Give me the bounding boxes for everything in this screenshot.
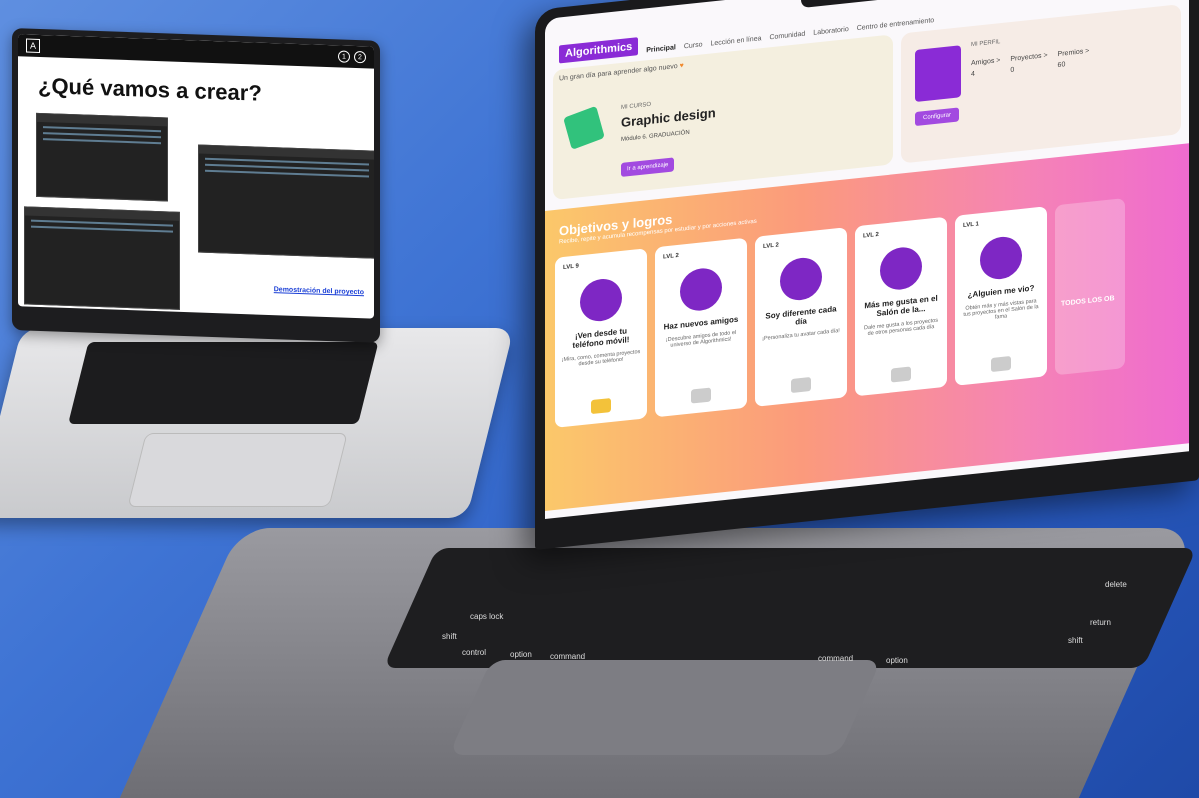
goals-section: Objetivos y logros Recibe, repite y acum… [545, 143, 1189, 511]
key-caps-lock: caps lock [470, 612, 504, 621]
goal-desc: Obtén más y más vistas para tus proyecto… [963, 298, 1039, 321]
profile-stats: Amigos >4 Proyectos >0 Premios >60 [971, 48, 1089, 78]
goal-desc: ¡Personaliza tu avatar cada día! [762, 327, 840, 343]
configure-button[interactable]: Configurar [915, 107, 960, 127]
key-return: return [1090, 618, 1111, 627]
calendar-icon [780, 255, 822, 303]
slide-title: ¿Qué vamos a crear? [38, 72, 262, 106]
key-command-right: command [818, 654, 854, 663]
nav-laboratorio[interactable]: Laboratorio [813, 26, 848, 37]
page-2[interactable]: 2 [354, 50, 366, 64]
level-badge: LVL 1 [963, 221, 979, 230]
code-screenshot [198, 144, 374, 259]
like-icon [880, 245, 922, 292]
key-control: control [462, 648, 487, 657]
page-1[interactable]: 1 [338, 50, 350, 63]
key-shift-right: shift [1068, 636, 1083, 645]
project-demo-link[interactable]: Demostración del proyecto [274, 286, 364, 296]
chest-icon[interactable] [891, 366, 911, 383]
laptop-lid: A 1 2 ¿Qué vamos a crear? Demostración d… [12, 28, 380, 343]
heart-icon: ♥ [679, 62, 684, 70]
stat-friends[interactable]: Amigos >4 [971, 57, 1000, 78]
code-screenshot [24, 206, 180, 310]
friend-icon [680, 266, 722, 313]
mascot-icon [563, 105, 605, 150]
level-badge: LVL 2 [763, 242, 779, 251]
level-badge: LVL 9 [563, 263, 579, 272]
phone-icon [580, 276, 622, 324]
chest-icon[interactable] [691, 387, 711, 404]
level-badge: LVL 2 [663, 252, 679, 261]
brand-logo[interactable]: Algorithmics [559, 37, 639, 64]
key-command: command [550, 652, 586, 661]
goal-desc: ¡Descubre amigos de todo el universo de … [665, 329, 737, 349]
goal-title: ¡Ven desde tu teléfono móvil! [572, 326, 630, 351]
chest-icon[interactable] [991, 355, 1011, 373]
app-laptop-lid: Algorithmics Principal Curso Lección en … [535, 0, 1199, 550]
code-screenshot [36, 112, 168, 202]
app-logo-icon: A [26, 38, 40, 53]
chest-icon[interactable] [591, 398, 611, 415]
course-label: MI CURSO [621, 101, 651, 111]
key-shift: shift [442, 632, 457, 641]
presentation-toolbar: A 1 2 [18, 34, 374, 69]
laptop-base [0, 328, 514, 518]
key-option-right: option [886, 656, 908, 665]
goal-card[interactable]: LVL 1 ¿Alguien me vio? Obtén más y más v… [955, 206, 1047, 386]
goal-desc: Dale me gusta a los proyectos de otros p… [864, 317, 938, 338]
go-to-learning-button[interactable]: Ir a aprendizaje [621, 157, 675, 177]
goal-card[interactable]: LVL 2 Más me gusta en el Salón de la... … [855, 216, 947, 397]
nav-principal[interactable]: Principal [646, 44, 676, 54]
key-delete: delete [1105, 580, 1127, 589]
goal-title: Más me gusta en el Salón de la... [864, 293, 938, 319]
app-screen: Algorithmics Principal Curso Lección en … [545, 0, 1189, 519]
stat-projects[interactable]: Proyectos >0 [1010, 52, 1047, 74]
nav-entrenamiento[interactable]: Centro de entrenamiento [857, 17, 934, 32]
presentation-laptop: A 1 2 ¿Qué vamos a crear? Demostración d… [0, 28, 517, 528]
goal-card[interactable]: LVL 2 Haz nuevos amigos ¡Descubre amigos… [655, 237, 747, 418]
page-indicator[interactable]: 1 2 [338, 50, 366, 64]
all-goals-card[interactable]: TODOS LOS OB [1055, 197, 1125, 376]
goal-card[interactable]: LVL 9 ¡Ven desde tu teléfono móvil! ¡Mir… [555, 248, 647, 428]
trackpad [127, 433, 348, 507]
keyboard [383, 548, 1197, 668]
goal-title: ¿Alguien me vio? [967, 283, 1035, 300]
course-module: Módulo 6. GRADUACIÓN [621, 129, 690, 143]
chest-icon[interactable] [791, 376, 811, 394]
goal-title: Soy diferente cada día [765, 304, 837, 327]
stat-awards[interactable]: Premios >60 [1058, 48, 1090, 69]
goal-card[interactable]: LVL 2 Soy diferente cada día ¡Personaliz… [755, 227, 847, 407]
goal-desc: ¡Mira, como, comenta proyectos desde su … [561, 348, 641, 368]
key-option: option [510, 650, 532, 659]
goal-title: Haz nuevos amigos [663, 314, 739, 332]
level-badge: LVL 2 [863, 231, 879, 240]
profile-avatar[interactable] [915, 45, 961, 103]
all-goals-label: TODOS LOS OB [1061, 295, 1115, 308]
trackpad [448, 660, 882, 755]
eye-icon [980, 234, 1022, 282]
presentation-screen: A 1 2 ¿Qué vamos a crear? Demostración d… [18, 34, 374, 319]
profile-card: MI PERFIL Amigos >4 Proyectos >0 Premios… [901, 4, 1181, 164]
nav-curso[interactable]: Curso [684, 41, 703, 50]
keyboard [68, 342, 379, 424]
profile-label: MI PERFIL [971, 39, 1001, 49]
nav-comunidad[interactable]: Comunidad [769, 31, 805, 42]
nav-leccion[interactable]: Lección en línea [711, 35, 762, 47]
